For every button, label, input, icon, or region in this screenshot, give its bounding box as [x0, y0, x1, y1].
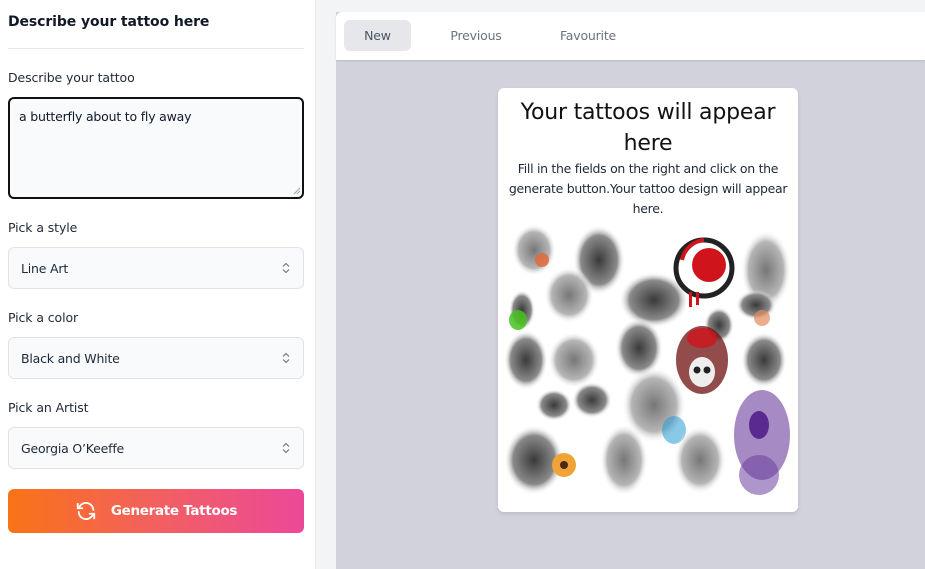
tattoo-dragon — [600, 424, 648, 496]
description-textarea[interactable] — [8, 97, 304, 199]
tattoo-wave — [572, 382, 612, 418]
style-select[interactable]: Line Art — [8, 247, 304, 289]
color-select-value: Black and White — [21, 350, 120, 366]
sidebar-title: Describe your tattoo here — [8, 14, 210, 30]
tabs-bar: New Previous Favourite — [336, 12, 925, 60]
artist-label: Pick an Artist — [8, 400, 89, 415]
tattoo-eagle-orange — [512, 224, 556, 276]
app: Describe your tattoo here Describe your … — [0, 0, 925, 569]
main-panel: New Previous Favourite Your tattoos will… — [336, 12, 925, 569]
placeholder-title: Your tattoos will appear here — [520, 100, 776, 156]
placeholder-subtitle: Fill in the fields on the right and clic… — [508, 161, 788, 216]
tattoo-portrait-2 — [741, 332, 787, 388]
tab-favourite[interactable]: Favourite — [548, 20, 628, 51]
tattoo-collage-image — [504, 224, 791, 496]
color-label: Pick a color — [8, 310, 79, 325]
chevron-up-down-icon — [281, 351, 291, 365]
tattoo-roses-bw — [674, 426, 726, 494]
tab-previous[interactable]: Previous — [436, 20, 516, 51]
divider — [8, 48, 304, 49]
tab-new[interactable]: New — [344, 20, 411, 51]
color-select[interactable]: Black and White — [8, 337, 304, 379]
description-label: Describe your tattoo — [8, 70, 135, 85]
placeholder-card: Your tattoos will appear here Fill in th… — [498, 88, 798, 512]
tattoo-fan-geisha — [548, 332, 600, 388]
style-select-value: Line Art — [21, 260, 69, 276]
tattoo-ornament — [536, 389, 572, 421]
chevron-up-down-icon — [281, 261, 291, 275]
artist-select[interactable]: Georgia O’Keeffe — [8, 427, 304, 469]
refresh-icon — [75, 500, 97, 522]
tattoo-tree-circle — [544, 267, 594, 323]
artist-select-value: Georgia O’Keeffe — [21, 440, 125, 456]
sidebar: Describe your tattoo here Describe your … — [0, 0, 316, 569]
chevron-up-down-icon — [281, 441, 291, 455]
generate-tattoos-button[interactable]: Generate Tattoos — [8, 489, 304, 533]
style-label: Pick a style — [8, 220, 78, 235]
generate-button-label: Generate Tattoos — [110, 503, 238, 519]
tattoo-portrait-1 — [504, 330, 548, 390]
